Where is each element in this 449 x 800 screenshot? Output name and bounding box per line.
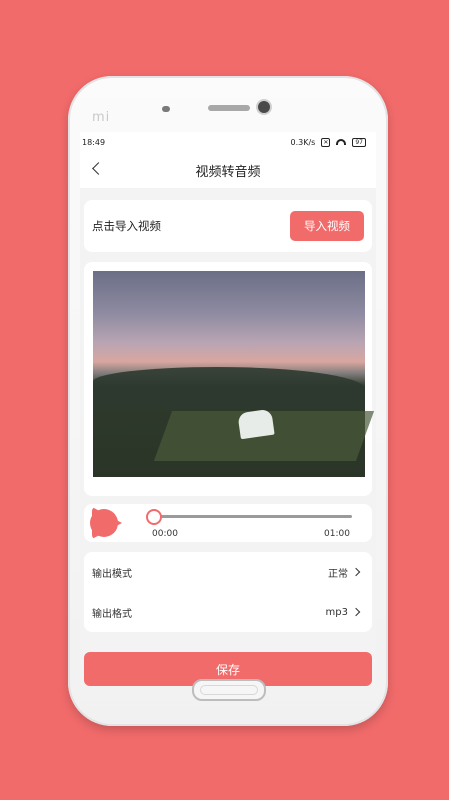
phone-frame: mi 18:49 0.3K/s ✕ 97 视频转音频 点击导入视频 导入视频 0… [68, 76, 388, 726]
output-mode-label: 输出模式 [92, 568, 132, 580]
proximity-sensor [162, 106, 170, 112]
brand-logo: mi [92, 110, 111, 125]
current-time: 00:00 [152, 529, 178, 539]
screen: 18:49 0.3K/s ✕ 97 视频转音频 点击导入视频 导入视频 00:0… [80, 132, 376, 687]
output-mode-value-group: 正常 [328, 565, 362, 580]
output-format-value: mp3 [325, 606, 348, 618]
output-mode-row[interactable]: 输出模式 正常 [84, 552, 372, 592]
chevron-right-icon [352, 567, 362, 577]
import-video-button[interactable]: 导入视频 [290, 211, 364, 241]
home-button[interactable] [192, 679, 266, 701]
import-card: 点击导入视频 导入视频 [84, 200, 372, 252]
chevron-right-icon [352, 607, 362, 617]
video-hills [93, 367, 365, 407]
total-duration: 01:00 [324, 529, 350, 539]
output-format-value-group: mp3 [326, 607, 362, 618]
player-card: 00:00 01:00 [84, 504, 372, 542]
home-button-inner [200, 685, 258, 695]
import-label: 点击导入视频 [92, 219, 161, 233]
output-format-label: 输出格式 [92, 608, 132, 620]
front-camera [258, 101, 270, 113]
play-icon[interactable] [86, 505, 122, 541]
video-greenhouse [237, 408, 275, 440]
output-mode-value: 正常 [328, 568, 348, 580]
progress-track[interactable] [154, 515, 352, 518]
progress-knob[interactable] [146, 509, 162, 525]
output-format-row[interactable]: 输出格式 mp3 [84, 592, 372, 632]
video-preview[interactable] [93, 271, 375, 477]
earpiece-speaker [208, 105, 250, 111]
content: 点击导入视频 导入视频 00:00 01:00 输出模式 正常 输出格式 mp3… [84, 132, 375, 687]
video-card [84, 262, 375, 496]
settings-card: 输出模式 正常 输出格式 mp3 [84, 552, 372, 632]
